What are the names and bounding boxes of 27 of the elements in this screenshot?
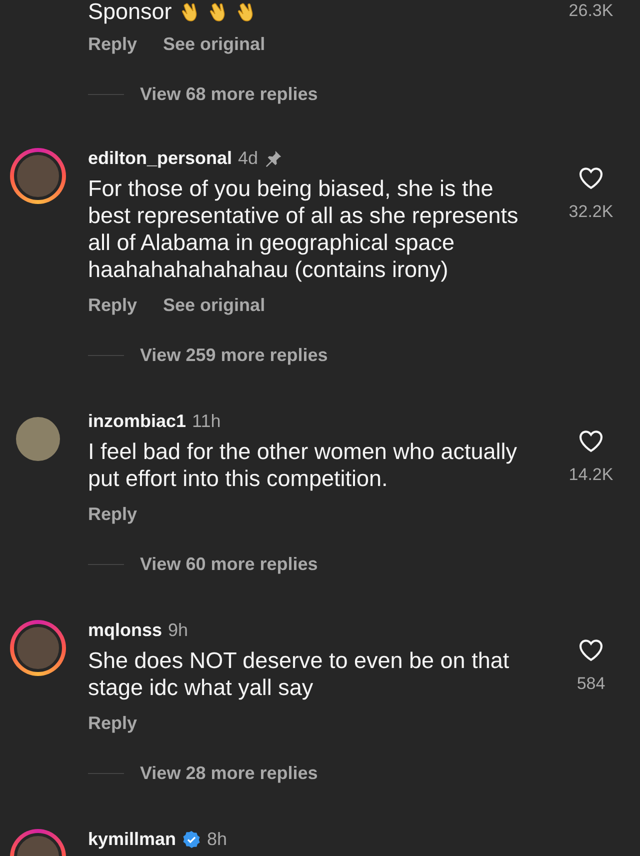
comment-time: 11h bbox=[192, 410, 221, 432]
comment-text: Sponsor bbox=[88, 1, 172, 23]
comment-action-link[interactable]: See original bbox=[163, 293, 266, 317]
view-replies-link[interactable]: View 68 more replies bbox=[140, 82, 318, 106]
username[interactable]: edilton_personal bbox=[88, 148, 232, 168]
username[interactable]: kymillman bbox=[88, 828, 176, 850]
comment-text: For those of you being biased, she is the best representative of all as she represents all of Alabama in geographical space haahahahahahahau (contains irony) bbox=[88, 175, 520, 283]
comment-action-link[interactable]: Reply bbox=[88, 293, 138, 317]
like-count: 32.2K bbox=[568, 202, 614, 222]
view-replies-link[interactable]: View 28 more replies bbox=[140, 761, 318, 785]
comment-time: 4d bbox=[238, 148, 258, 168]
comment-text: I feel bad for the other women who actually put effort into this competition. bbox=[88, 438, 518, 492]
like-count: 26.3K bbox=[568, 0, 614, 22]
comment-action-link[interactable]: Reply bbox=[88, 32, 138, 56]
username[interactable]: inzombiac1 bbox=[88, 410, 186, 432]
comment-action-link[interactable]: Reply bbox=[88, 502, 138, 526]
comment-text: She does NOT deserve to even be on that stage idc what yall say bbox=[88, 647, 510, 701]
view-replies-link[interactable]: View 60 more replies bbox=[140, 552, 318, 576]
comment-action-link[interactable]: See original bbox=[163, 32, 266, 56]
comment-time: 9h bbox=[168, 620, 188, 640]
comment-action-link[interactable]: Reply bbox=[88, 711, 138, 735]
avatar[interactable] bbox=[16, 417, 60, 461]
view-replies-link[interactable]: View 259 more replies bbox=[140, 343, 328, 367]
username[interactable]: mqlonss bbox=[88, 620, 162, 640]
like-count: 14.2K bbox=[568, 465, 614, 485]
like-count: 584 bbox=[576, 674, 606, 694]
comment-time: 8h bbox=[207, 828, 228, 850]
